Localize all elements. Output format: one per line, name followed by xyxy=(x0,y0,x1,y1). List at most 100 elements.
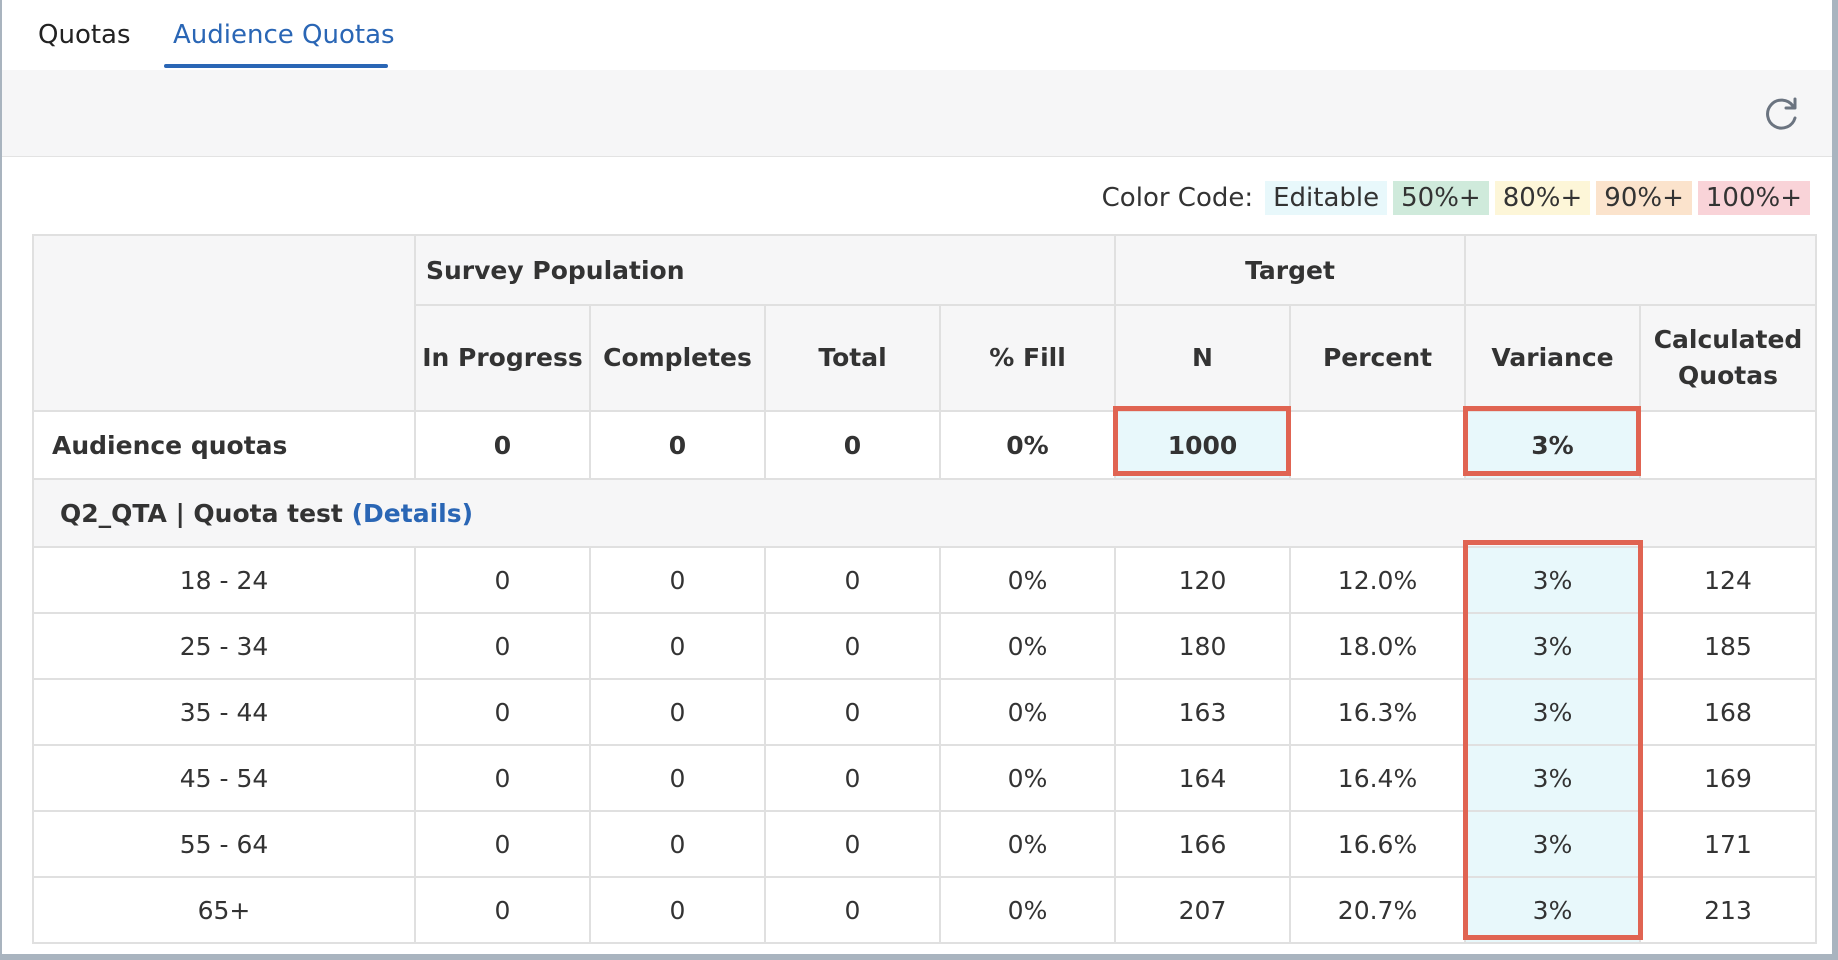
refresh-icon xyxy=(1766,97,1797,130)
row-label: 35 - 44 xyxy=(32,678,416,746)
audience-quotas-panel: Quotas Audience Quotas Color Code: Edita… xyxy=(0,0,1834,956)
tab-quotas[interactable]: Quotas xyxy=(38,18,131,52)
summary-row: Audience quotas 0 0 0 0% 1000 3% xyxy=(32,410,1818,480)
col-completes: Completes xyxy=(589,304,766,412)
row-n: 166 xyxy=(1114,810,1292,878)
row-n: 163 xyxy=(1114,678,1292,746)
row-in-progress: 0 xyxy=(414,876,591,944)
row-in-progress: 0 xyxy=(414,612,591,680)
chip-80-plus: 80%+ xyxy=(1494,181,1591,215)
table-row: 25 - 34 0 0 0 0% 180 18.0% 3% 185 xyxy=(32,612,1818,680)
row-variance-input[interactable]: 3% xyxy=(1464,546,1642,614)
row-total: 0 xyxy=(764,876,941,944)
quota-table: Survey Population Target In Progress Com… xyxy=(31,234,1818,944)
color-code-legend: Color Code: Editable 50%+ 80%+ 90%+ 100%… xyxy=(1102,180,1810,216)
row-calculated: 171 xyxy=(1639,810,1818,878)
row-percent: 12.0% xyxy=(1289,546,1467,614)
row-completes: 0 xyxy=(589,810,766,878)
chip-50-plus: 50%+ xyxy=(1393,181,1489,215)
active-tab-indicator xyxy=(164,64,388,68)
col-total: Total xyxy=(764,304,941,412)
header-blank xyxy=(32,234,416,412)
color-code-label: Color Code: xyxy=(1101,183,1254,213)
quota-group-label: Q2_QTA | Quota test xyxy=(60,498,343,528)
row-fill: 0% xyxy=(938,876,1117,944)
row-n: 120 xyxy=(1114,546,1292,614)
row-variance-input[interactable]: 3% xyxy=(1464,678,1642,746)
row-variance-input[interactable]: 3% xyxy=(1464,876,1642,944)
summary-label: Audience quotas xyxy=(32,410,416,480)
summary-fill: 0% xyxy=(938,410,1117,480)
header-blank-right xyxy=(1464,234,1818,306)
row-percent: 16.4% xyxy=(1289,744,1467,812)
row-fill: 0% xyxy=(938,678,1117,746)
details-link[interactable]: (Details) xyxy=(352,499,473,528)
row-n: 164 xyxy=(1114,744,1292,812)
row-percent: 16.6% xyxy=(1289,810,1467,878)
row-variance-input[interactable]: 3% xyxy=(1464,744,1642,812)
col-calculated-quotas: Calculated Quotas xyxy=(1639,304,1818,412)
table-row: 18 - 24 0 0 0 0% 120 12.0% 3% 124 xyxy=(32,546,1818,614)
row-completes: 0 xyxy=(589,612,766,680)
quota-rows: 18 - 24 0 0 0 0% 120 12.0% 3% 124 25 - 34 0 0 0 0% 180… xyxy=(32,546,1818,944)
table-row: 55 - 64 0 0 0 0% 166 16.6% 3% 171 xyxy=(32,810,1818,878)
row-completes: 0 xyxy=(589,546,766,614)
col-n: N xyxy=(1114,304,1292,412)
row-label: 55 - 64 xyxy=(32,810,416,878)
tab-bar: Quotas Audience Quotas xyxy=(2,0,1832,71)
row-total: 0 xyxy=(764,810,941,878)
row-total: 0 xyxy=(764,678,941,746)
summary-completes: 0 xyxy=(589,410,766,480)
quota-group-row: Q2_QTA | Quota test (Details) xyxy=(31,478,1818,548)
summary-total: 0 xyxy=(764,410,941,480)
summary-calculated xyxy=(1639,410,1818,480)
row-label: 65+ xyxy=(32,876,416,944)
header-target: Target xyxy=(1114,234,1467,306)
row-calculated: 168 xyxy=(1639,678,1818,746)
row-calculated: 124 xyxy=(1639,546,1818,614)
row-calculated: 169 xyxy=(1639,744,1818,812)
row-fill: 0% xyxy=(938,546,1117,614)
row-percent: 20.7% xyxy=(1289,876,1467,944)
row-in-progress: 0 xyxy=(414,810,591,878)
summary-in-progress: 0 xyxy=(414,410,591,480)
chip-editable: Editable xyxy=(1265,181,1388,215)
row-percent: 18.0% xyxy=(1289,612,1467,680)
refresh-button[interactable] xyxy=(1762,94,1802,134)
row-calculated: 185 xyxy=(1639,612,1818,680)
quota-table-wrapper: Survey Population Target In Progress Com… xyxy=(31,234,1818,944)
row-percent: 16.3% xyxy=(1289,678,1467,746)
row-in-progress: 0 xyxy=(414,546,591,614)
row-variance-input[interactable]: 3% xyxy=(1464,612,1642,680)
header-survey-population: Survey Population xyxy=(413,234,1117,306)
row-variance-input[interactable]: 3% xyxy=(1464,810,1642,878)
row-fill: 0% xyxy=(938,612,1117,680)
row-label: 25 - 34 xyxy=(32,612,416,680)
row-completes: 0 xyxy=(589,678,766,746)
row-total: 0 xyxy=(764,744,941,812)
row-fill: 0% xyxy=(938,810,1117,878)
row-n: 180 xyxy=(1114,612,1292,680)
row-n: 207 xyxy=(1114,876,1292,944)
quota-group-cell: Q2_QTA | Quota test (Details) xyxy=(31,478,1818,548)
chip-90-plus: 90%+ xyxy=(1596,181,1692,215)
table-row: 45 - 54 0 0 0 0% 164 16.4% 3% 169 xyxy=(32,744,1818,812)
row-in-progress: 0 xyxy=(414,744,591,812)
tab-audience-quotas[interactable]: Audience Quotas xyxy=(173,18,395,52)
col-percent: Percent xyxy=(1289,304,1467,412)
row-completes: 0 xyxy=(589,744,766,812)
row-label: 18 - 24 xyxy=(32,546,416,614)
summary-n-input[interactable]: 1000 xyxy=(1114,410,1292,480)
row-label: 45 - 54 xyxy=(32,744,416,812)
row-calculated: 213 xyxy=(1639,876,1818,944)
table-row: 35 - 44 0 0 0 0% 163 16.3% 3% 168 xyxy=(32,678,1818,746)
chip-100-plus: 100%+ xyxy=(1697,181,1810,215)
col-variance: Variance xyxy=(1464,304,1642,412)
header-row-groups: Survey Population Target xyxy=(32,234,1818,412)
summary-variance-input[interactable]: 3% xyxy=(1464,410,1642,480)
row-fill: 0% xyxy=(938,744,1117,812)
row-total: 0 xyxy=(764,612,941,680)
row-completes: 0 xyxy=(589,876,766,944)
table-row: 65+ 0 0 0 0% 207 20.7% 3% 213 xyxy=(32,876,1818,944)
summary-percent xyxy=(1289,410,1467,480)
